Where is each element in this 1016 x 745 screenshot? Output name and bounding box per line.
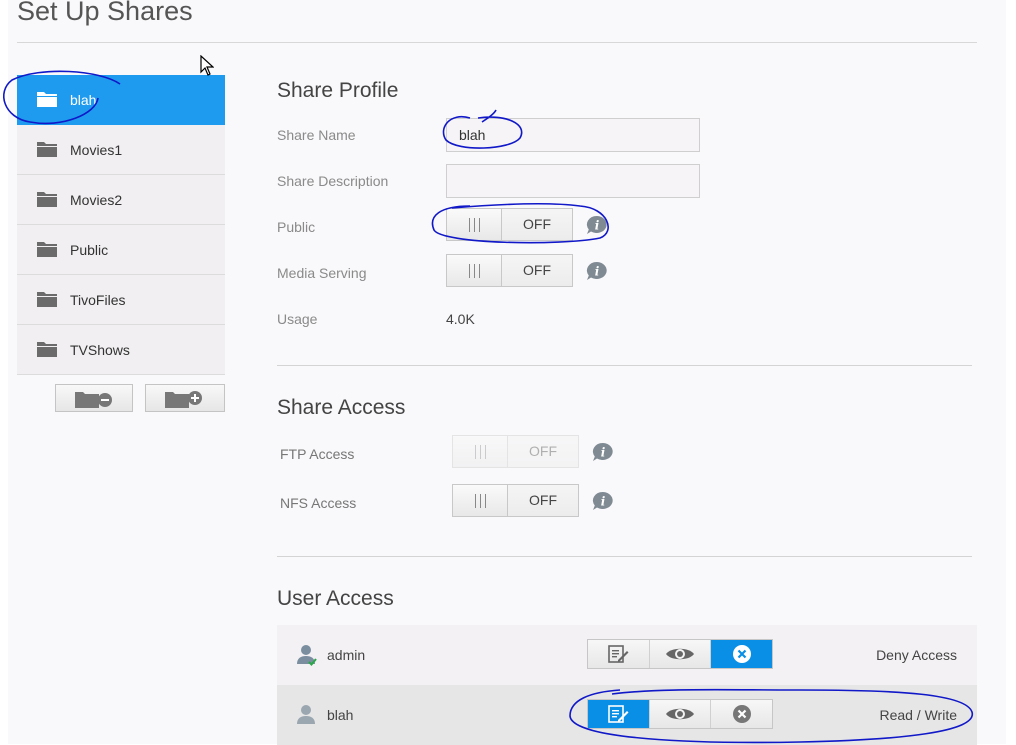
user-name: blah: [327, 707, 354, 723]
folder-icon: [37, 142, 57, 157]
share-item-tvshows[interactable]: TVShows: [17, 325, 225, 375]
toggle-state: OFF: [502, 255, 572, 286]
nfs-access-toggle[interactable]: OFF: [452, 484, 579, 517]
share-item-label: Movies1: [70, 142, 123, 158]
share-access-heading: Share Access: [277, 396, 406, 419]
share-item-movies1[interactable]: Movies1: [17, 125, 225, 175]
folder-icon: [37, 292, 57, 307]
share-description-input[interactable]: [446, 164, 700, 198]
edit-icon: [608, 645, 629, 663]
ftp-access-toggle: OFF: [452, 435, 579, 468]
title-divider: [17, 42, 977, 43]
permission-selector: [587, 699, 773, 729]
section-divider: [277, 365, 972, 366]
read-write-button[interactable]: [588, 640, 650, 668]
remove-share-button[interactable]: [55, 384, 133, 412]
deny-x-icon: [732, 645, 751, 663]
svg-text:i: i: [601, 446, 606, 460]
section-divider: [277, 556, 972, 557]
eye-icon: [666, 708, 694, 720]
toggle-grip: [447, 255, 502, 286]
mouse-cursor-icon: [200, 55, 214, 76]
toggle-grip: [453, 485, 508, 516]
share-description-label: Share Description: [277, 173, 389, 189]
share-item-label: Public: [70, 242, 109, 258]
toggle-state: OFF: [508, 485, 578, 516]
toggle-grip: [447, 209, 502, 240]
read-only-button[interactable]: [649, 640, 712, 668]
nfs-access-label: NFS Access: [280, 495, 357, 511]
share-item-movies2[interactable]: Movies2: [17, 175, 225, 225]
svg-text:i: i: [601, 495, 606, 509]
deny-access-button[interactable]: [711, 700, 773, 728]
folder-plus-icon: [165, 391, 202, 408]
folder-icon: [37, 192, 57, 207]
share-list: blah Movies1 Movies2 Public TivoFiles TV…: [17, 75, 225, 375]
usage-label: Usage: [277, 311, 318, 327]
share-item-label: Movies2: [70, 192, 123, 208]
user-access-heading: User Access: [277, 587, 394, 610]
read-only-button[interactable]: [649, 700, 712, 728]
share-item-blah[interactable]: blah: [17, 75, 225, 125]
folder-icon: [37, 342, 57, 357]
deny-access-button[interactable]: [711, 640, 773, 668]
folder-minus-icon: [75, 392, 112, 408]
svg-text:i: i: [595, 219, 600, 233]
toggle-grip: [453, 436, 508, 467]
permission-selector: [587, 639, 773, 669]
share-item-label: TivoFiles: [70, 292, 126, 308]
share-item-public[interactable]: Public: [17, 225, 225, 275]
page-title: Set Up Shares: [17, 0, 193, 26]
info-icon[interactable]: i: [586, 215, 608, 235]
share-profile-heading: Share Profile: [277, 79, 399, 102]
public-toggle[interactable]: OFF: [446, 208, 573, 241]
eye-icon: [666, 648, 694, 660]
info-icon[interactable]: i: [586, 261, 608, 281]
permission-label: Deny Access: [876, 647, 957, 663]
share-name-label: Share Name: [277, 127, 356, 143]
toggle-state: OFF: [508, 436, 578, 467]
share-item-label: blah: [70, 92, 97, 108]
ftp-access-label: FTP Access: [280, 446, 355, 462]
admin-user-icon: [297, 645, 317, 666]
info-icon[interactable]: i: [592, 491, 614, 511]
info-icon[interactable]: i: [592, 442, 614, 462]
share-item-tivofiles[interactable]: TivoFiles: [17, 275, 225, 325]
permission-label: Read / Write: [879, 707, 957, 723]
folder-icon: [37, 242, 57, 257]
media-serving-label: Media Serving: [277, 265, 367, 281]
usage-value: 4.0K: [446, 311, 475, 327]
share-item-label: TVShows: [70, 342, 130, 358]
media-serving-toggle[interactable]: OFF: [446, 254, 573, 287]
read-write-button[interactable]: [588, 700, 650, 728]
svg-text:i: i: [595, 265, 600, 279]
user-icon: [297, 705, 315, 724]
toggle-state: OFF: [502, 209, 572, 240]
user-row-blah: blah Read / Write: [277, 685, 977, 745]
edit-icon: [608, 705, 629, 723]
add-share-button[interactable]: [145, 384, 225, 412]
share-name-input[interactable]: [446, 118, 700, 152]
folder-icon: [37, 92, 57, 107]
user-name: admin: [327, 647, 366, 663]
deny-x-icon: [732, 705, 751, 723]
user-row-admin: admin Deny Access: [277, 625, 977, 685]
public-label: Public: [277, 219, 316, 235]
